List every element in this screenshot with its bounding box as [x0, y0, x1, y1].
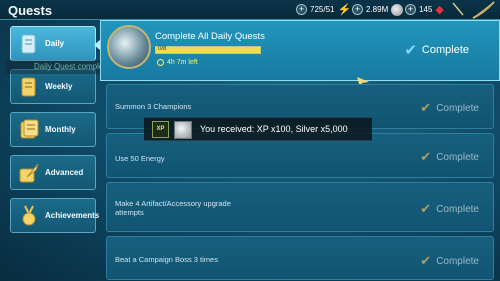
ruby-icon: ◆: [435, 3, 444, 16]
clock-icon: [157, 59, 164, 66]
featured-quest: Complete All Daily Quests 0/8 4h 7m left…: [100, 20, 500, 87]
scroll-icon: [21, 34, 36, 54]
featured-progress-bar: 0/8: [155, 46, 261, 54]
lightning-icon: ⚡: [337, 3, 352, 16]
close-icon[interactable]: [450, 1, 466, 17]
quest-row: Beat a Campaign Boss 3 times ✔ Complete: [106, 236, 494, 280]
tab-daily-label: Daily: [45, 39, 65, 48]
reward-notification: XP You received: XP x100, Silver x5,000: [144, 117, 372, 141]
energy-counter[interactable]: + 725/51 ⚡: [296, 2, 352, 17]
complete-button[interactable]: ✔ Complete: [420, 100, 479, 116]
checkmark-icon: ✔: [404, 42, 417, 59]
quest-panel: Complete All Daily Quests 0/8 4h 7m left…: [100, 20, 500, 281]
timer-text: 4h 7m left: [167, 59, 198, 66]
tab-achievements[interactable]: Achievements: [10, 198, 100, 233]
quill-icon: [19, 163, 39, 183]
quest-text: Make 4 Artifact/Accessory upgrade attemp…: [115, 199, 231, 217]
complete-label: Complete: [436, 151, 479, 163]
checkmark-icon: ✔: [420, 253, 432, 268]
tab-advanced-label: Advanced: [45, 168, 84, 177]
quest-text: Summon 3 Champions: [115, 102, 192, 111]
silver-coin-icon: [174, 121, 192, 139]
quest-timer: 4h 7m left: [157, 59, 198, 66]
scroll-stack-icon: [20, 119, 39, 139]
add-silver-button[interactable]: +: [352, 4, 363, 15]
checkmark-icon: ✔: [420, 201, 432, 216]
sidebar: Daily Weekly Monthly Advanced Achievemen…: [0, 20, 116, 281]
tab-weekly[interactable]: Weekly: [10, 69, 96, 104]
complete-button[interactable]: ✔ Complete: [420, 201, 479, 217]
progress-text: 0/8: [158, 46, 167, 52]
bow-icon: [472, 1, 495, 19]
tab-advanced[interactable]: Advanced: [10, 155, 96, 190]
complete-button[interactable]: ✔ Complete: [420, 253, 479, 269]
quest-text: Use 50 Energy: [115, 154, 165, 163]
silver-counter[interactable]: + 2.89M: [352, 2, 404, 17]
xp-icon: XP: [152, 121, 169, 138]
medal-icon: [22, 205, 36, 226]
checkmark-icon: ✔: [420, 100, 432, 115]
featured-quest-title: Complete All Daily Quests: [155, 31, 265, 42]
featured-complete-label: Complete: [421, 44, 469, 56]
tab-weekly-label: Weekly: [45, 82, 73, 91]
quest-text: Beat a Campaign Boss 3 times: [115, 255, 218, 264]
gems-value: 145: [419, 5, 433, 14]
tab-achievements-label: Achievements: [45, 211, 100, 220]
quest-row: Make 4 Artifact/Accessory upgrade attemp…: [106, 182, 494, 232]
gems-counter[interactable]: + 145 ◆: [405, 2, 447, 17]
page-title: Quests: [8, 3, 53, 18]
tab-monthly[interactable]: Monthly: [10, 112, 96, 147]
scroll-icon: [21, 77, 36, 97]
featured-complete-button[interactable]: ✔ Complete: [404, 41, 469, 59]
add-energy-button[interactable]: +: [296, 4, 307, 15]
complete-label: Complete: [436, 255, 479, 267]
checkmark-icon: ✔: [420, 149, 432, 164]
top-bar: Quests + 725/51 ⚡ + 2.89M + 145 ◆: [0, 0, 500, 20]
energy-value: 725/51: [310, 5, 335, 14]
complete-label: Complete: [436, 203, 479, 215]
tab-daily[interactable]: Daily: [10, 26, 101, 61]
add-gems-button[interactable]: +: [405, 4, 416, 15]
tab-monthly-label: Monthly: [45, 125, 76, 134]
quest-reward-portrait-icon: [107, 25, 151, 69]
silver-value: 2.89M: [366, 5, 389, 14]
reward-text: You received: XP x100, Silver x5,000: [200, 124, 348, 134]
silver-coin-icon: [391, 3, 404, 16]
progress-fill: [156, 47, 260, 53]
complete-label: Complete: [436, 102, 479, 114]
complete-button[interactable]: ✔ Complete: [420, 149, 479, 165]
